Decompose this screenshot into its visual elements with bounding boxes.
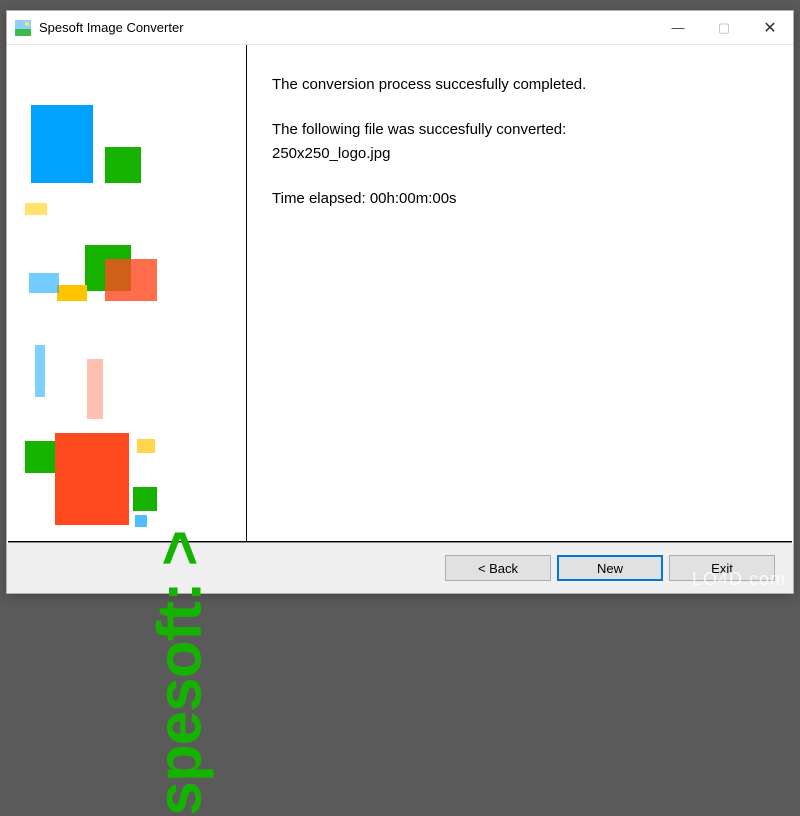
minimize-button[interactable]: —	[655, 11, 701, 44]
exit-button[interactable]: Exit	[669, 555, 775, 581]
file-converted-label: The following file was succesfully conve…	[272, 121, 566, 138]
converted-filename: 250x250_logo.jpg	[272, 145, 390, 162]
new-button[interactable]: New	[557, 555, 663, 581]
window-controls: — ▢ ✕	[655, 11, 793, 44]
footer: < Back New Exit	[7, 543, 793, 593]
client-area: spesoft: > The conversion process succes…	[7, 45, 793, 593]
status-message: The conversion process succesfully compl…	[272, 73, 769, 96]
brand-logo-text: spesoft: >	[145, 531, 216, 816]
window-title: Spesoft Image Converter	[39, 20, 655, 35]
time-elapsed: Time elapsed: 00h:00m:00s	[272, 187, 769, 210]
body: spesoft: > The conversion process succes…	[7, 45, 793, 541]
sidebar-graphic: spesoft: >	[7, 45, 247, 541]
application-window: Spesoft Image Converter — ▢ ✕	[6, 10, 794, 594]
titlebar[interactable]: Spesoft Image Converter — ▢ ✕	[7, 11, 793, 45]
close-button[interactable]: ✕	[747, 11, 793, 44]
back-button[interactable]: < Back	[445, 555, 551, 581]
app-icon	[15, 20, 31, 36]
content-pane: The conversion process succesfully compl…	[248, 45, 793, 541]
maximize-button: ▢	[701, 11, 747, 44]
file-converted-block: The following file was succesfully conve…	[272, 118, 769, 165]
